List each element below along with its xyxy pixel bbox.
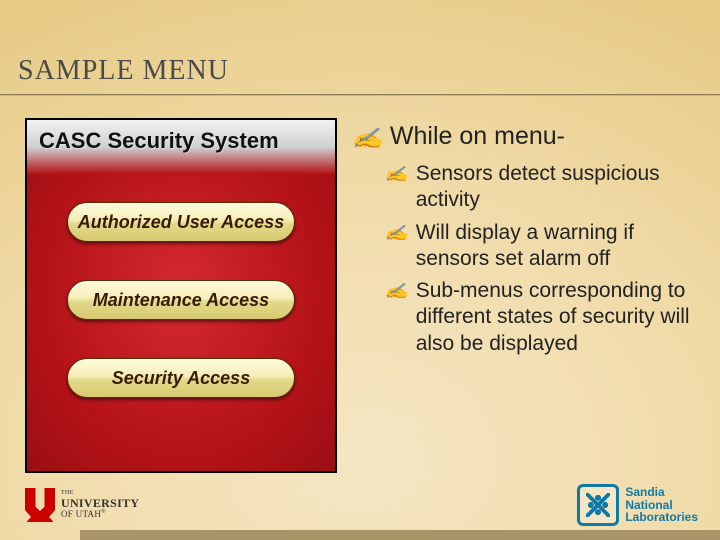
- authorized-user-access-button[interactable]: Authorized User Access: [67, 202, 295, 242]
- slide: SAMPLE MENU CASC Security System Authori…: [0, 0, 720, 540]
- bullet-main: ✍ While on menu-: [355, 122, 700, 151]
- sandia-line3: Laboratories: [625, 511, 698, 524]
- sub-list: ✍ Sensors detect suspicious activity ✍ W…: [387, 161, 700, 357]
- bullet-icon: ✍: [384, 166, 408, 185]
- bullet-sub-text: Sensors detect suspicious activity: [416, 161, 700, 214]
- menu-panel: CASC Security System Authorized User Acc…: [25, 118, 337, 473]
- utah-logo: THE UNIVERSITY OF UTAH®: [25, 488, 139, 522]
- utah-u-icon: [25, 488, 55, 522]
- sandia-icon: [577, 484, 619, 526]
- menu-body: Authorized User Access Maintenance Acces…: [27, 174, 335, 471]
- utah-of-utah: OF UTAH®: [61, 509, 106, 519]
- sandia-logo: Sandia National Laboratories: [577, 484, 698, 526]
- utah-logo-text: THE UNIVERSITY OF UTAH®: [61, 490, 139, 519]
- bullet-sub: ✍ Sub-menus corresponding to different s…: [387, 278, 700, 357]
- bullet-sub: ✍ Will display a warning if sensors set …: [387, 220, 700, 273]
- security-access-button[interactable]: Security Access: [67, 358, 295, 398]
- content-block: ✍ While on menu- ✍ Sensors detect suspic…: [355, 122, 700, 363]
- maintenance-access-button[interactable]: Maintenance Access: [67, 280, 295, 320]
- menu-header: CASC Security System: [27, 120, 335, 174]
- bullet-sub-text: Will display a warning if sensors set al…: [416, 220, 700, 273]
- bottom-bar: [80, 530, 720, 540]
- bullet-sub: ✍ Sensors detect suspicious activity: [387, 161, 700, 214]
- menu-inner: CASC Security System Authorized User Acc…: [27, 120, 335, 471]
- bullet-icon: ✍: [384, 283, 408, 302]
- sandia-line1: Sandia: [625, 486, 698, 499]
- bullet-main-text: While on menu-: [390, 122, 565, 151]
- utah-university: UNIVERSITY: [61, 497, 139, 510]
- menu-header-text: CASC Security System: [39, 128, 279, 154]
- bullet-icon: ✍: [351, 126, 383, 151]
- sandia-logo-text: Sandia National Laboratories: [625, 486, 698, 524]
- bullet-sub-text: Sub-menus corresponding to different sta…: [416, 278, 700, 357]
- slide-title: SAMPLE MENU: [18, 55, 229, 87]
- bullet-icon: ✍: [384, 225, 408, 244]
- title-rule: [0, 94, 720, 95]
